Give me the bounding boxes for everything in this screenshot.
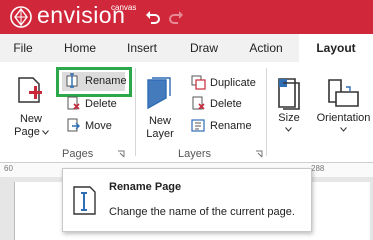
ribbon-tabs: File Home Insert Draw Action Layout — [0, 34, 373, 62]
duplicate-icon — [191, 75, 206, 90]
orientation-label[interactable]: Orientation — [314, 112, 373, 124]
delete-layer-button[interactable]: Delete — [191, 95, 261, 113]
tooltip-title: Rename Page — [109, 181, 182, 193]
new-layer-label-line2[interactable]: Layer — [142, 128, 178, 140]
ruler-label-right: 288 — [311, 164, 325, 173]
layers-group-label: Layers — [178, 148, 212, 160]
redo-icon[interactable] — [168, 9, 184, 25]
delete-page-icon — [67, 96, 80, 110]
chevron-down-icon[interactable] — [42, 130, 49, 135]
delete-page-button[interactable]: Delete — [66, 95, 126, 113]
tab-layout[interactable]: Layout — [299, 34, 373, 62]
chevron-down-icon[interactable] — [285, 127, 292, 132]
tab-file[interactable]: File — [6, 34, 40, 62]
undo-icon[interactable] — [145, 9, 161, 25]
size-icon[interactable] — [276, 76, 302, 110]
tab-action[interactable]: Action — [244, 34, 288, 62]
tab-insert[interactable]: Insert — [120, 34, 164, 62]
chevron-down-icon[interactable] — [340, 127, 347, 132]
rename-layer-button[interactable]: Rename — [191, 117, 261, 135]
envision-logo-icon — [10, 6, 32, 28]
move-page-label: Move — [85, 120, 112, 132]
move-page-button[interactable]: Move — [66, 117, 126, 135]
size-label[interactable]: Size — [276, 112, 302, 124]
new-page-icon[interactable] — [17, 76, 43, 108]
tooltip-description: Change the name of the current page. — [109, 206, 295, 218]
rename-page-tooltip: Rename Page Change the name of the curre… — [62, 168, 312, 232]
delete-layer-label: Delete — [210, 98, 242, 110]
tab-home[interactable]: Home — [58, 34, 102, 62]
app-brand-sub: canvas — [111, 3, 137, 12]
title-bar: envision canvas — [0, 0, 373, 34]
orientation-icon[interactable] — [326, 78, 360, 108]
new-page-label-line1[interactable]: New — [12, 113, 50, 125]
new-layer-label-line1[interactable]: New — [142, 115, 178, 127]
rename-page-tooltip-icon — [73, 186, 96, 215]
rename-layer-icon — [191, 119, 205, 132]
delete-page-label: Delete — [85, 98, 117, 110]
rename-highlight-box — [56, 67, 132, 97]
delete-layer-icon — [192, 96, 205, 110]
ribbon-separator — [135, 68, 136, 156]
pages-group-launcher-icon[interactable] — [117, 150, 125, 158]
duplicate-layer-label: Duplicate — [210, 77, 256, 89]
new-page-label-line2[interactable]: Page — [12, 126, 42, 138]
layers-group-launcher-icon[interactable] — [255, 150, 263, 158]
move-page-icon — [67, 118, 80, 132]
ruler-label-left: 60 — [4, 164, 13, 173]
pages-group-label: Pages — [62, 148, 94, 160]
new-layer-icon[interactable] — [146, 76, 174, 110]
duplicate-layer-button[interactable]: Duplicate — [191, 74, 261, 92]
rename-layer-label: Rename — [210, 120, 252, 132]
tab-draw[interactable]: Draw — [182, 34, 226, 62]
ribbon-separator — [266, 68, 267, 156]
